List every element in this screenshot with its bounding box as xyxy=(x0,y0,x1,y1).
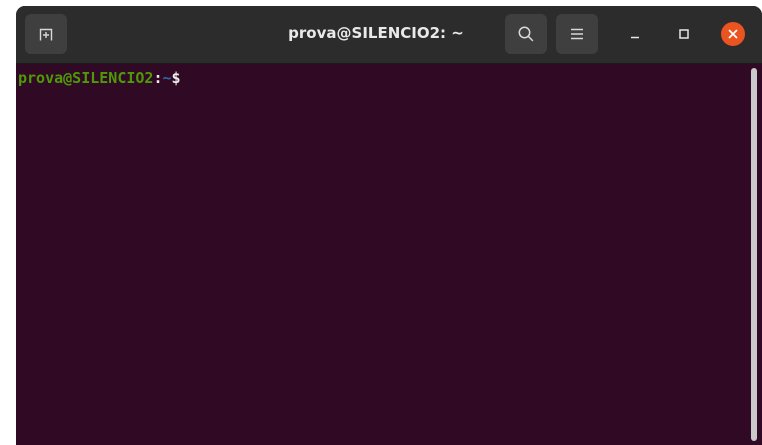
maximize-icon xyxy=(679,29,689,39)
terminal-window: prova@SILENCIO2: ~ prova@SILENCIO2:~$ xyxy=(16,6,762,445)
hamburger-menu-icon xyxy=(571,28,583,40)
prompt-symbol: $ xyxy=(171,69,181,87)
window-title: prova@SILENCIO2: ~ xyxy=(288,24,464,42)
prompt-path: ~ xyxy=(162,69,172,87)
prompt-user-host: prova@SILENCIO2 xyxy=(18,69,154,87)
terminal-area[interactable]: prova@SILENCIO2:~$ xyxy=(16,64,762,445)
scrollbar[interactable] xyxy=(751,68,757,441)
menu-button[interactable] xyxy=(556,14,598,54)
maximize-button[interactable] xyxy=(672,22,696,46)
close-button[interactable] xyxy=(721,22,745,46)
close-icon xyxy=(728,29,738,39)
header-bar[interactable]: prova@SILENCIO2: ~ xyxy=(16,6,762,64)
search-icon xyxy=(518,26,534,42)
minimize-button[interactable] xyxy=(623,22,647,46)
new-tab-button[interactable] xyxy=(25,14,67,54)
minimize-icon xyxy=(631,36,639,39)
search-button[interactable] xyxy=(505,14,547,54)
new-tab-icon xyxy=(39,28,53,41)
prompt-separator: : xyxy=(153,69,163,87)
shell-prompt: prova@SILENCIO2:~$ xyxy=(18,68,181,88)
